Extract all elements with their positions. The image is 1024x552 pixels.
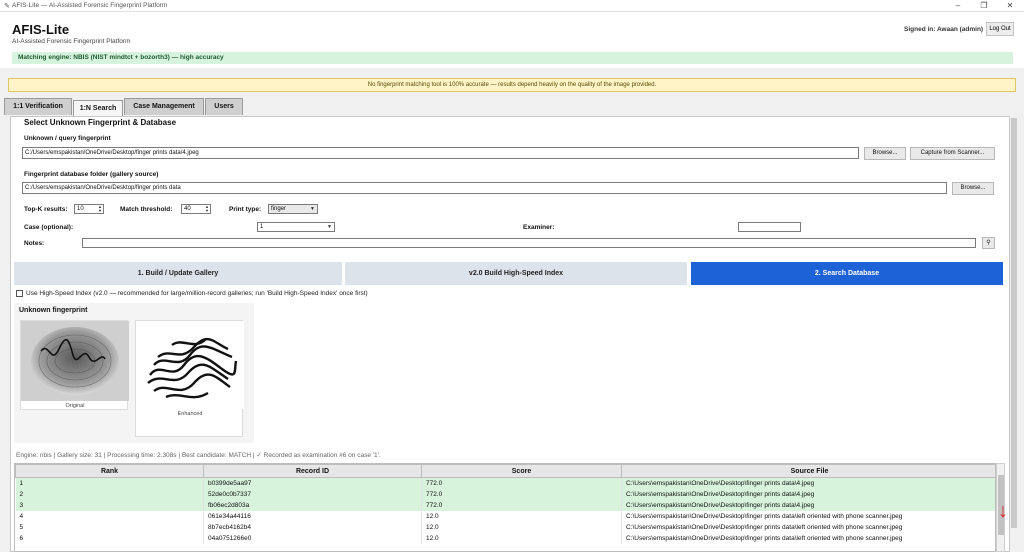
rank-cell: 3: [15, 499, 204, 511]
notes-label: Notes:: [24, 240, 45, 247]
query-path-input[interactable]: C:/Users/emspakistan/OneDrive/Desktop/fi…: [22, 147, 859, 159]
threshold-value: 40: [184, 206, 191, 212]
chevron-down-icon: ▼: [327, 224, 332, 230]
score-cell: 772.0: [421, 477, 622, 489]
search-database-button[interactable]: 2. Search Database: [691, 262, 1003, 285]
print-type-select[interactable]: finger ▼: [268, 204, 318, 214]
source-cell: C:\Users\emspakistan\OneDrive\Desktop\fi…: [621, 477, 995, 489]
preview-title: Unknown fingerprint: [19, 307, 88, 314]
record-id-cell: b0399de5aa97: [203, 477, 422, 489]
app-title: AFIS-Lite: [12, 22, 70, 37]
record-id-cell: 04a0751266e0: [203, 532, 422, 544]
window-titlebar: ✎ AFIS-Lite — AI-Assisted Forensic Finge…: [0, 0, 1024, 12]
engine-banner: Matching engine: NBIS (NIST mindtct + bo…: [12, 52, 1013, 64]
page-scrollbar-thumb[interactable]: [1011, 118, 1017, 528]
table-row[interactable]: 4 061e34a44116 12.0 C:\Users\emspakistan…: [15, 510, 995, 522]
gallery-label: Fingerprint database folder (gallery sou…: [24, 171, 159, 178]
close-window-button[interactable]: ✕: [998, 1, 1022, 11]
source-cell: C:\Users\emspakistan\OneDrive\Desktop\fi…: [621, 521, 995, 533]
capture-scanner-button[interactable]: Capture from Scanner...: [910, 147, 995, 160]
source-cell: C:\Users\emspakistan\OneDrive\Desktop\fi…: [621, 510, 995, 522]
column-header-source-file[interactable]: Source File: [621, 464, 995, 478]
tab-case-management[interactable]: Case Management: [124, 98, 204, 115]
enhanced-thumbnail: Enhanced: [135, 320, 244, 437]
source-cell: C:\Users\emspakistan\OneDrive\Desktop\fi…: [621, 488, 995, 500]
down-arrow-annotation-icon: ↓: [998, 500, 1008, 522]
score-cell: 12.0: [421, 521, 622, 533]
score-cell: 772.0: [421, 499, 622, 511]
rank-cell: 5: [15, 521, 204, 533]
score-cell: 12.0: [421, 510, 622, 522]
gallery-path-input[interactable]: C:/Users/emspakistan/OneDrive/Desktop/fi…: [22, 182, 947, 194]
original-fingerprint-image: [21, 321, 129, 401]
source-cell: C:\Users\emspakistan\OneDrive\Desktop\fi…: [621, 532, 995, 544]
tab-search[interactable]: 1:N Search: [73, 100, 123, 116]
column-header-record-id[interactable]: Record ID: [203, 464, 422, 478]
maximize-button[interactable]: ❐: [972, 1, 996, 11]
tab-users[interactable]: Users: [205, 98, 243, 115]
topk-spinner[interactable]: 10 ▲ ▼: [74, 204, 104, 214]
section-title: Select Unknown Fingerprint & Database: [24, 118, 177, 127]
case-select[interactable]: 1 ▼: [257, 222, 335, 232]
threshold-label: Match threshold:: [120, 206, 173, 213]
case-value: 1: [260, 224, 264, 230]
chevron-down-icon: ▼: [310, 206, 315, 212]
tab-verification[interactable]: 1:1 Verification: [4, 98, 72, 115]
minimize-button[interactable]: –: [946, 1, 970, 11]
enhanced-caption: Enhanced: [177, 411, 203, 417]
results-table: Rank Record ID Score Source File 1 b0399…: [14, 463, 996, 552]
examiner-input[interactable]: [738, 222, 801, 232]
spinner-arrows-icon[interactable]: ▲ ▼: [205, 205, 209, 213]
signed-in-label: Signed in: Awaan (admin): [904, 26, 984, 33]
table-row[interactable]: 2 52de0c0b7337 772.0 C:\Users\emspakista…: [15, 488, 995, 500]
original-thumbnail: Original: [20, 320, 129, 410]
record-id-cell: fb06ec2d803a: [203, 499, 422, 511]
build-index-button[interactable]: v2.0 Build High-Speed Index: [345, 262, 687, 285]
high-speed-label: Use High-Speed Index (v2.0 — recommended…: [26, 290, 368, 297]
record-id-cell: 52de0c0b7337: [203, 488, 422, 500]
score-cell: 12.0: [421, 532, 622, 544]
notes-input[interactable]: [82, 238, 976, 248]
pen-icon: ✎: [4, 3, 10, 10]
column-header-score[interactable]: Score: [421, 464, 622, 478]
table-row[interactable]: 3 fb06ec2d803a 772.0 C:\Users\emspakista…: [15, 499, 995, 511]
original-caption: Original: [65, 403, 85, 409]
table-row[interactable]: 5 8b7ecb4162b4 12.0 C:\Users\emspakistan…: [15, 521, 995, 533]
query-label: Unknown / query fingerprint: [24, 135, 111, 142]
status-line: Engine: nbis | Gallery size: 31 | Proces…: [16, 452, 381, 459]
print-type-value: finger: [271, 206, 287, 212]
rank-cell: 1: [15, 477, 204, 489]
app-subtitle: AI-Assisted Forensic Fingerprint Platfor…: [12, 38, 131, 45]
topk-value: 10: [77, 206, 84, 212]
source-cell: C:\Users\emspakistan\OneDrive\Desktop\fi…: [621, 499, 995, 511]
window-title: AFIS-Lite — AI-Assisted Forensic Fingerp…: [12, 2, 168, 9]
search-icon[interactable]: ⚲: [982, 237, 995, 249]
accuracy-warning: No fingerprint matching tool is 100% acc…: [8, 78, 1016, 92]
enhanced-fingerprint-image: [136, 321, 244, 409]
examiner-label: Examiner:: [523, 224, 555, 231]
logout-button[interactable]: Log Out: [986, 22, 1014, 36]
topk-label: Top-K results:: [24, 206, 68, 213]
print-type-label: Print type:: [229, 206, 262, 213]
case-label: Case (optional):: [24, 224, 74, 231]
record-id-cell: 061e34a44116: [203, 510, 422, 522]
column-header-rank[interactable]: Rank: [15, 464, 204, 478]
high-speed-checkbox[interactable]: [16, 290, 23, 297]
score-cell: 772.0: [421, 488, 622, 500]
rank-cell: 6: [15, 532, 204, 544]
build-gallery-button[interactable]: 1. Build / Update Gallery: [14, 262, 342, 285]
app-header: AFIS-Lite AI-Assisted Forensic Fingerpri…: [0, 12, 1024, 68]
browse-gallery-button[interactable]: Browse...: [952, 182, 994, 195]
spinner-arrows-icon[interactable]: ▲ ▼: [98, 205, 102, 213]
page-scrollbar[interactable]: [1010, 116, 1018, 552]
record-id-cell: 8b7ecb4162b4: [203, 521, 422, 533]
table-row[interactable]: 6 04a0751266e0 12.0 C:\Users\emspakistan…: [15, 532, 995, 544]
threshold-spinner[interactable]: 40 ▲ ▼: [181, 204, 211, 214]
rank-cell: 2: [15, 488, 204, 500]
rank-cell: 4: [15, 510, 204, 522]
table-row[interactable]: 1 b0399de5aa97 772.0 C:\Users\emspakista…: [15, 477, 995, 489]
browse-query-button[interactable]: Browse...: [864, 147, 906, 160]
